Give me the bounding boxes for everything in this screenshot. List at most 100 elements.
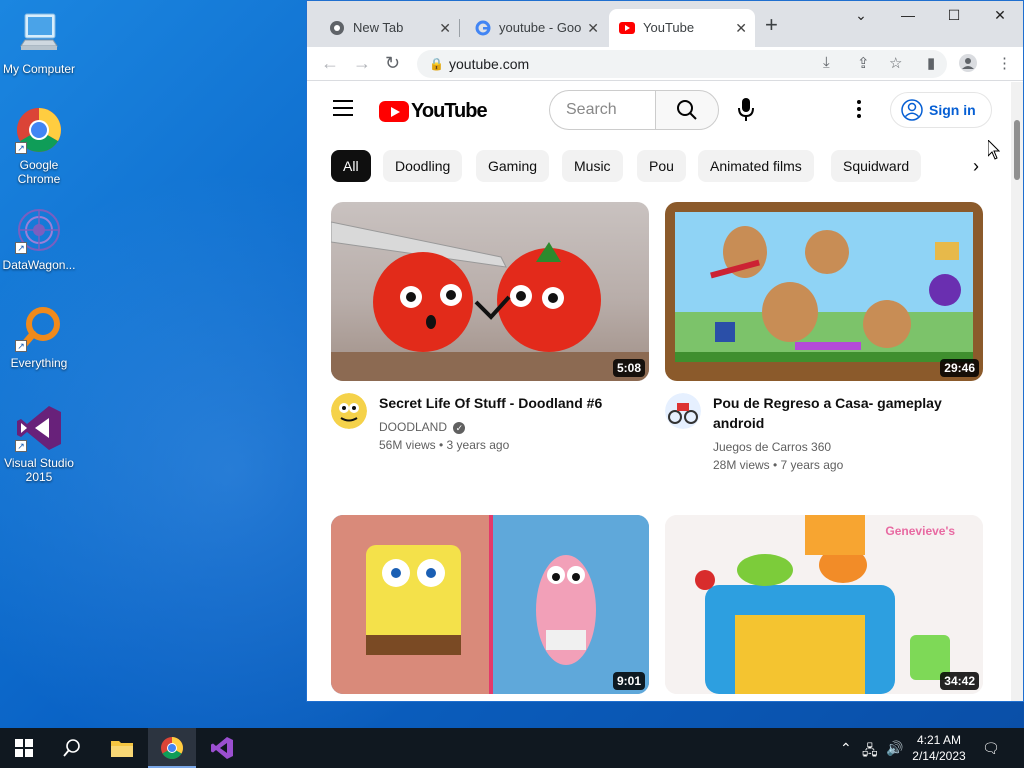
desktop-icon-label: DataWagon... xyxy=(2,258,76,272)
shortcut-arrow-icon: ↗ xyxy=(15,242,27,254)
browser-menu-icon[interactable]: ⋮ xyxy=(997,54,1012,72)
maximize-button[interactable]: ☐ xyxy=(931,7,977,24)
taskbar-chrome[interactable] xyxy=(148,728,196,768)
youtube-logo-text: YouTube xyxy=(411,99,488,122)
volume-icon[interactable]: 🔊 xyxy=(886,740,903,757)
tab-youtube-google[interactable]: youtube - Goo ✕ xyxy=(459,9,607,47)
search-input[interactable]: Search xyxy=(549,90,655,130)
youtube-header: YouTube Search Sign in xyxy=(307,82,1013,138)
network-icon[interactable]: 🖧 xyxy=(862,740,878,764)
video-meta: Pou de Regreso a Casa- gameplay android … xyxy=(665,381,983,481)
desktop-icon-label: My Computer xyxy=(2,62,76,76)
chip-squidward[interactable]: Squidward xyxy=(831,150,922,182)
side-panel-icon[interactable]: ▮ xyxy=(927,54,935,72)
video-meta: Secret Life Of Stuff - Doodland #6 DOODL… xyxy=(331,381,649,481)
video-title[interactable]: Secret Life Of Stuff - Doodland #6 xyxy=(379,393,639,413)
video-thumbnail[interactable]: 29:46 xyxy=(665,202,983,381)
chip-animated-films[interactable]: Animated films xyxy=(698,150,814,182)
settings-menu-icon[interactable] xyxy=(857,100,861,121)
show-hidden-icons-chevron-icon[interactable]: ⌃ xyxy=(840,740,852,757)
taskbar-file-explorer[interactable] xyxy=(98,728,146,768)
chip-music[interactable]: Music xyxy=(562,150,623,182)
channel-avatar[interactable] xyxy=(665,393,701,429)
toy-kitchen-thumbnail-art: Genevieve's xyxy=(665,515,983,694)
verified-badge-icon: ✓ xyxy=(453,422,466,434)
tab-close-icon[interactable]: ✕ xyxy=(439,9,451,47)
search-icon xyxy=(677,100,697,120)
tab-label: YouTube xyxy=(643,20,695,35)
video-duration: 29:46 xyxy=(940,359,979,377)
chrome-icon xyxy=(161,737,183,759)
video-stats: 28M views • 7 years ago xyxy=(713,458,844,472)
video-thumbnail[interactable]: Genevieve's 34:42 xyxy=(665,515,983,694)
video-card[interactable]: 29:46 Pou de Regreso a Casa- gameplay an… xyxy=(665,202,983,481)
microphone-icon[interactable] xyxy=(737,96,755,124)
taskbar: ⌃ 🖧 🔊 4:21 AM 2/14/2023 🗨 xyxy=(0,728,1024,768)
chrome-icon: ↗ xyxy=(15,106,63,154)
tab-search-chevron-icon[interactable]: ⌄ xyxy=(838,7,884,24)
bookmark-star-icon[interactable]: ☆ xyxy=(889,54,902,72)
shortcut-arrow-icon: ↗ xyxy=(15,440,27,452)
desktop-icon-google-chrome[interactable]: ↗ Google Chrome xyxy=(0,106,78,186)
forward-icon[interactable]: → xyxy=(353,53,371,74)
desktop-icon-my-computer[interactable]: My Computer xyxy=(0,10,78,76)
video-card[interactable]: 5:08 Secret Life Of Stuff - Doodland #6 … xyxy=(331,202,649,481)
scrollbar-thumb[interactable] xyxy=(1014,120,1020,180)
install-app-icon[interactable]: ⤓ xyxy=(823,54,830,71)
desktop-icon-everything[interactable]: ↗ Everything xyxy=(0,304,78,370)
chrome-favicon xyxy=(330,21,344,35)
lock-icon: 🔒 xyxy=(429,57,444,71)
hamburger-menu-icon[interactable] xyxy=(333,100,353,121)
chip-pou[interactable]: Pou xyxy=(637,150,686,182)
taskbar-visual-studio[interactable] xyxy=(198,728,246,768)
sign-in-button[interactable]: Sign in xyxy=(890,92,992,128)
desktop-icon-label: Visual Studio 2015 xyxy=(4,456,74,484)
desktop-icon-visual-studio[interactable]: ↗ Visual Studio 2015 xyxy=(0,404,78,484)
chip-all[interactable]: All xyxy=(331,150,371,182)
chevron-right-icon[interactable]: › xyxy=(973,156,979,177)
start-button[interactable] xyxy=(0,728,48,768)
search-icon xyxy=(63,739,80,757)
back-icon[interactable]: ← xyxy=(321,53,339,74)
channel-name[interactable]: DOODLAND ✓ xyxy=(379,420,466,434)
browser-toolbar: ← → ↻ 🔒 youtube.com ⤓ ⇪ ☆ ▮ ⋮ xyxy=(307,47,1023,81)
tab-youtube[interactable]: YouTube ✕ xyxy=(609,9,755,47)
youtube-favicon xyxy=(619,22,635,34)
chip-doodling[interactable]: Doodling xyxy=(383,150,463,182)
share-icon[interactable]: ⇪ xyxy=(857,54,870,72)
tab-close-icon[interactable]: ✕ xyxy=(735,9,747,47)
clock-date: 2/14/2023 xyxy=(912,749,966,763)
video-duration: 5:08 xyxy=(612,359,645,377)
video-title[interactable]: Pou de Regreso a Casa- gameplay android xyxy=(713,393,973,433)
page-scrollbar[interactable] xyxy=(1011,82,1023,701)
video-duration: 34:42 xyxy=(940,672,979,690)
taskbar-search-button[interactable] xyxy=(48,728,96,768)
notifications-icon[interactable]: 🗨 xyxy=(982,740,1000,757)
desktop-icon-datawagon[interactable]: ↗ DataWagon... xyxy=(0,206,78,272)
reload-icon[interactable]: ↻ xyxy=(385,53,400,74)
new-tab-button[interactable]: + xyxy=(765,14,778,36)
search-button[interactable] xyxy=(655,90,719,130)
channel-avatar[interactable] xyxy=(331,393,367,429)
mouse-cursor-icon xyxy=(988,140,1000,160)
windows-logo-icon xyxy=(15,739,33,757)
video-card[interactable]: 9:01 xyxy=(331,515,649,694)
video-thumbnail[interactable]: 9:01 xyxy=(331,515,649,694)
profile-icon[interactable] xyxy=(959,54,977,76)
tab-new-tab[interactable]: New Tab ✕ xyxy=(313,9,459,47)
tab-close-icon[interactable]: ✕ xyxy=(587,9,599,47)
channel-name[interactable]: Juegos de Carros 360 xyxy=(713,440,831,454)
desktop-icon-label: Everything xyxy=(10,356,68,370)
datawagon-icon: ↗ xyxy=(15,206,63,254)
minimize-button[interactable]: — xyxy=(885,7,931,23)
shortcut-arrow-icon: ↗ xyxy=(15,142,27,154)
video-card[interactable]: Genevieve's 34:42 xyxy=(665,515,983,694)
video-duration: 9:01 xyxy=(612,672,645,690)
system-clock[interactable]: 4:21 AM 2/14/2023 xyxy=(908,732,970,764)
youtube-logo[interactable]: YouTube xyxy=(379,99,488,122)
close-window-button[interactable]: ✕ xyxy=(977,7,1023,24)
chip-gaming[interactable]: Gaming xyxy=(476,150,550,182)
computer-icon xyxy=(15,10,63,58)
shortcut-arrow-icon: ↗ xyxy=(15,340,27,352)
video-thumbnail[interactable]: 5:08 xyxy=(331,202,649,381)
